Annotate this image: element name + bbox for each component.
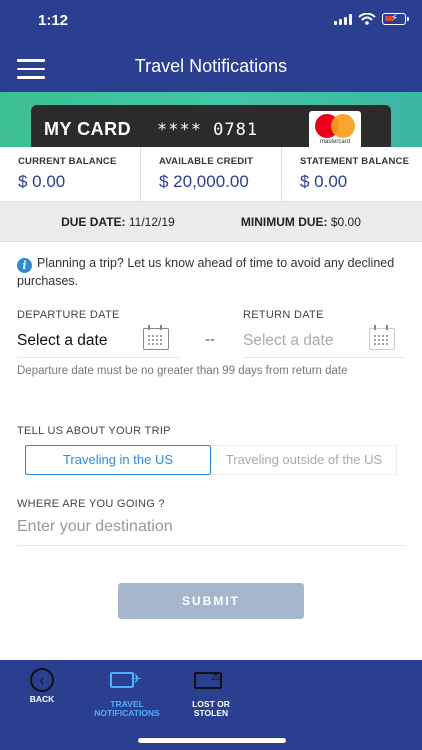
date-hint: Departure date must be no greater than 9… — [17, 365, 348, 377]
destination-input[interactable]: Enter your destination — [17, 515, 405, 546]
trip-label: TELL US ABOUT YOUR TRIP — [17, 425, 171, 437]
info-message: i Planning a trip? Let us know ahead of t… — [17, 255, 407, 289]
nav-travel-label-2: NOTIFICATIONS — [94, 708, 160, 718]
return-date-field[interactable]: Select a date — [243, 325, 405, 358]
card-airplane-icon: ✈ — [110, 668, 144, 692]
card-banner: MY CARD **** 0781 mastercard — [0, 92, 422, 147]
nav-lost-stolen[interactable]: ⚠ LOST OR STOLEN — [166, 668, 256, 718]
current-balance-value: $ 0.00 — [18, 172, 66, 191]
card-number: **** 0781 — [157, 120, 259, 140]
info-icon: i — [17, 258, 32, 273]
available-credit-value: $ 20,000.00 — [159, 172, 249, 191]
due-date-value: 11/12/19 — [128, 214, 175, 229]
nav-lost-label-2: STOLEN — [193, 708, 229, 718]
mastercard-text: mastercard — [319, 139, 350, 145]
battery-icon: ⚡ — [382, 13, 409, 25]
status-time: 1:12 — [38, 12, 69, 29]
bottom-nav: ‹ BACK ✈ TRAVEL NOTIFICATIONS ⚠ LOST OR … — [0, 660, 422, 750]
minimum-due: MINIMUM DUE: $0.00 — [241, 215, 361, 229]
statement-balance: STATEMENT BALANCE $ 0.00 — [282, 147, 422, 201]
nav-travel-notifications[interactable]: ✈ TRAVEL NOTIFICATIONS — [82, 668, 172, 718]
due-row: DUE DATE: 11/12/19 MINIMUM DUE: $0.00 — [0, 202, 422, 242]
return-date-label: RETURN DATE — [243, 309, 324, 321]
app-header: 1:12 ⚡ Travel Notifications — [0, 0, 422, 92]
info-text: Planning a trip? Let us know ahead of ti… — [17, 256, 395, 288]
wifi-icon — [358, 13, 376, 25]
card-name: MY CARD — [44, 119, 132, 139]
departure-date-value: Select a date — [17, 332, 108, 349]
nav-back[interactable]: ‹ BACK — [0, 668, 87, 704]
home-indicator — [138, 738, 286, 743]
current-balance: CURRENT BALANCE $ 0.00 — [0, 147, 141, 201]
credit-card: MY CARD **** 0781 mastercard — [31, 105, 391, 147]
balances-row: CURRENT BALANCE $ 0.00 AVAILABLE CREDIT … — [0, 147, 422, 202]
available-credit-label: AVAILABLE CREDIT — [159, 156, 254, 167]
traveling-in-us-button[interactable]: Traveling in the US — [25, 445, 211, 475]
signal-icon — [334, 13, 352, 25]
mastercard-logo-icon: mastercard — [309, 111, 361, 147]
page-title: Travel Notifications — [134, 56, 288, 76]
destination-placeholder: Enter your destination — [17, 518, 173, 535]
card-warning-icon: ⚠ — [194, 668, 228, 692]
calendar-icon — [369, 325, 395, 350]
back-arrow-icon: ‹ — [30, 668, 54, 692]
destination-label: WHERE ARE YOU GOING ? — [17, 498, 165, 510]
current-balance-label: CURRENT BALANCE — [18, 156, 117, 167]
date-separator: -- — [205, 331, 215, 348]
minimum-due-label: MINIMUM DUE: — [240, 214, 328, 229]
departure-date-label: DEPARTURE DATE — [17, 309, 120, 321]
return-date-value: Select a date — [243, 332, 334, 349]
due-date: DUE DATE: 11/12/19 — [61, 215, 175, 229]
status-icons: ⚡ — [334, 13, 409, 25]
submit-button[interactable]: SUBMIT — [118, 583, 304, 619]
minimum-due-value: $0.00 — [330, 214, 361, 229]
available-credit: AVAILABLE CREDIT $ 20,000.00 — [141, 147, 282, 201]
calendar-icon — [143, 325, 169, 350]
statement-balance-value: $ 0.00 — [300, 172, 348, 191]
statement-balance-label: STATEMENT BALANCE — [300, 156, 410, 167]
nav-back-label: BACK — [29, 694, 55, 704]
traveling-outside-us-button[interactable]: Traveling outside of the US — [211, 445, 397, 475]
departure-date-field[interactable]: Select a date — [17, 325, 179, 358]
due-date-label: DUE DATE: — [61, 214, 126, 229]
